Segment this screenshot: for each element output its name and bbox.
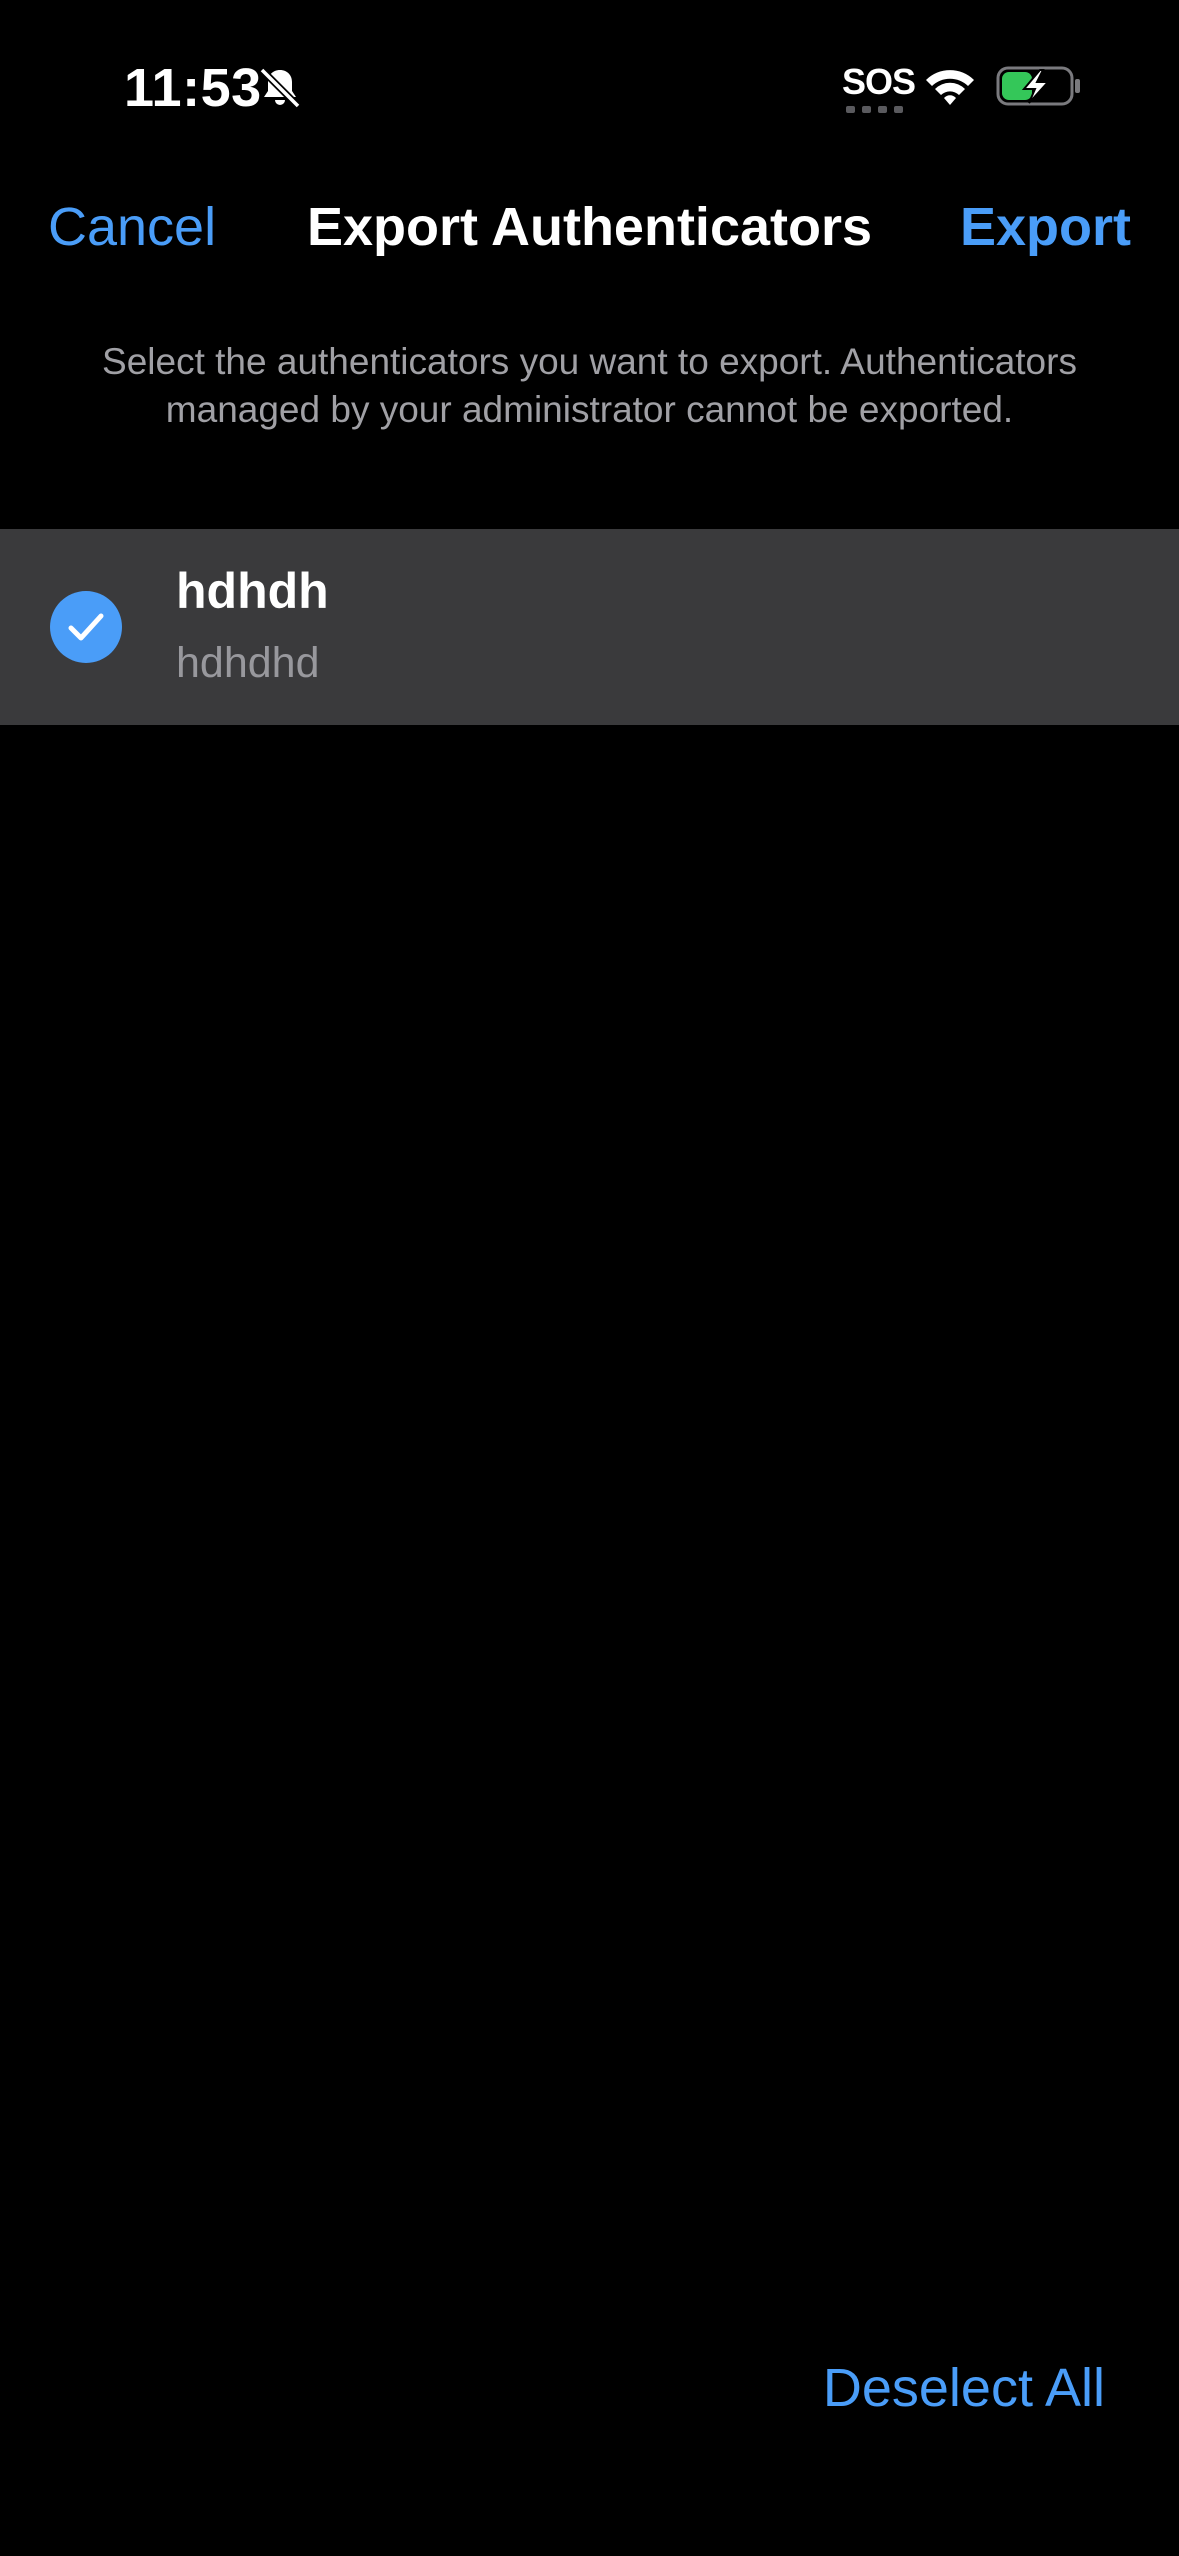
- instructions-text: Select the authenticators you want to ex…: [102, 341, 1077, 430]
- bell-slash-icon: [259, 67, 301, 109]
- cancel-button[interactable]: Cancel: [48, 192, 216, 262]
- authenticator-subtitle: hdhdhd: [176, 639, 320, 687]
- export-button[interactable]: Export: [960, 192, 1131, 262]
- battery-charging-icon: [996, 66, 1080, 106]
- wifi-icon: [926, 70, 974, 105]
- authenticator-list: hdhdh hdhdhd: [0, 529, 1179, 725]
- status-time: 11:53: [124, 58, 262, 118]
- deselect-all-button[interactable]: Deselect All: [823, 2353, 1105, 2423]
- authenticator-row[interactable]: hdhdh hdhdhd: [0, 529, 1179, 725]
- checkmark-circle-icon[interactable]: [50, 591, 122, 663]
- status-bar: 11:53 SOS: [0, 0, 1179, 170]
- authenticator-title: hdhdh: [176, 563, 329, 619]
- navigation-bar: Cancel Export Authenticators Export: [0, 170, 1179, 285]
- signal-dots-icon: [846, 106, 903, 113]
- sos-indicator: SOS: [842, 61, 916, 102]
